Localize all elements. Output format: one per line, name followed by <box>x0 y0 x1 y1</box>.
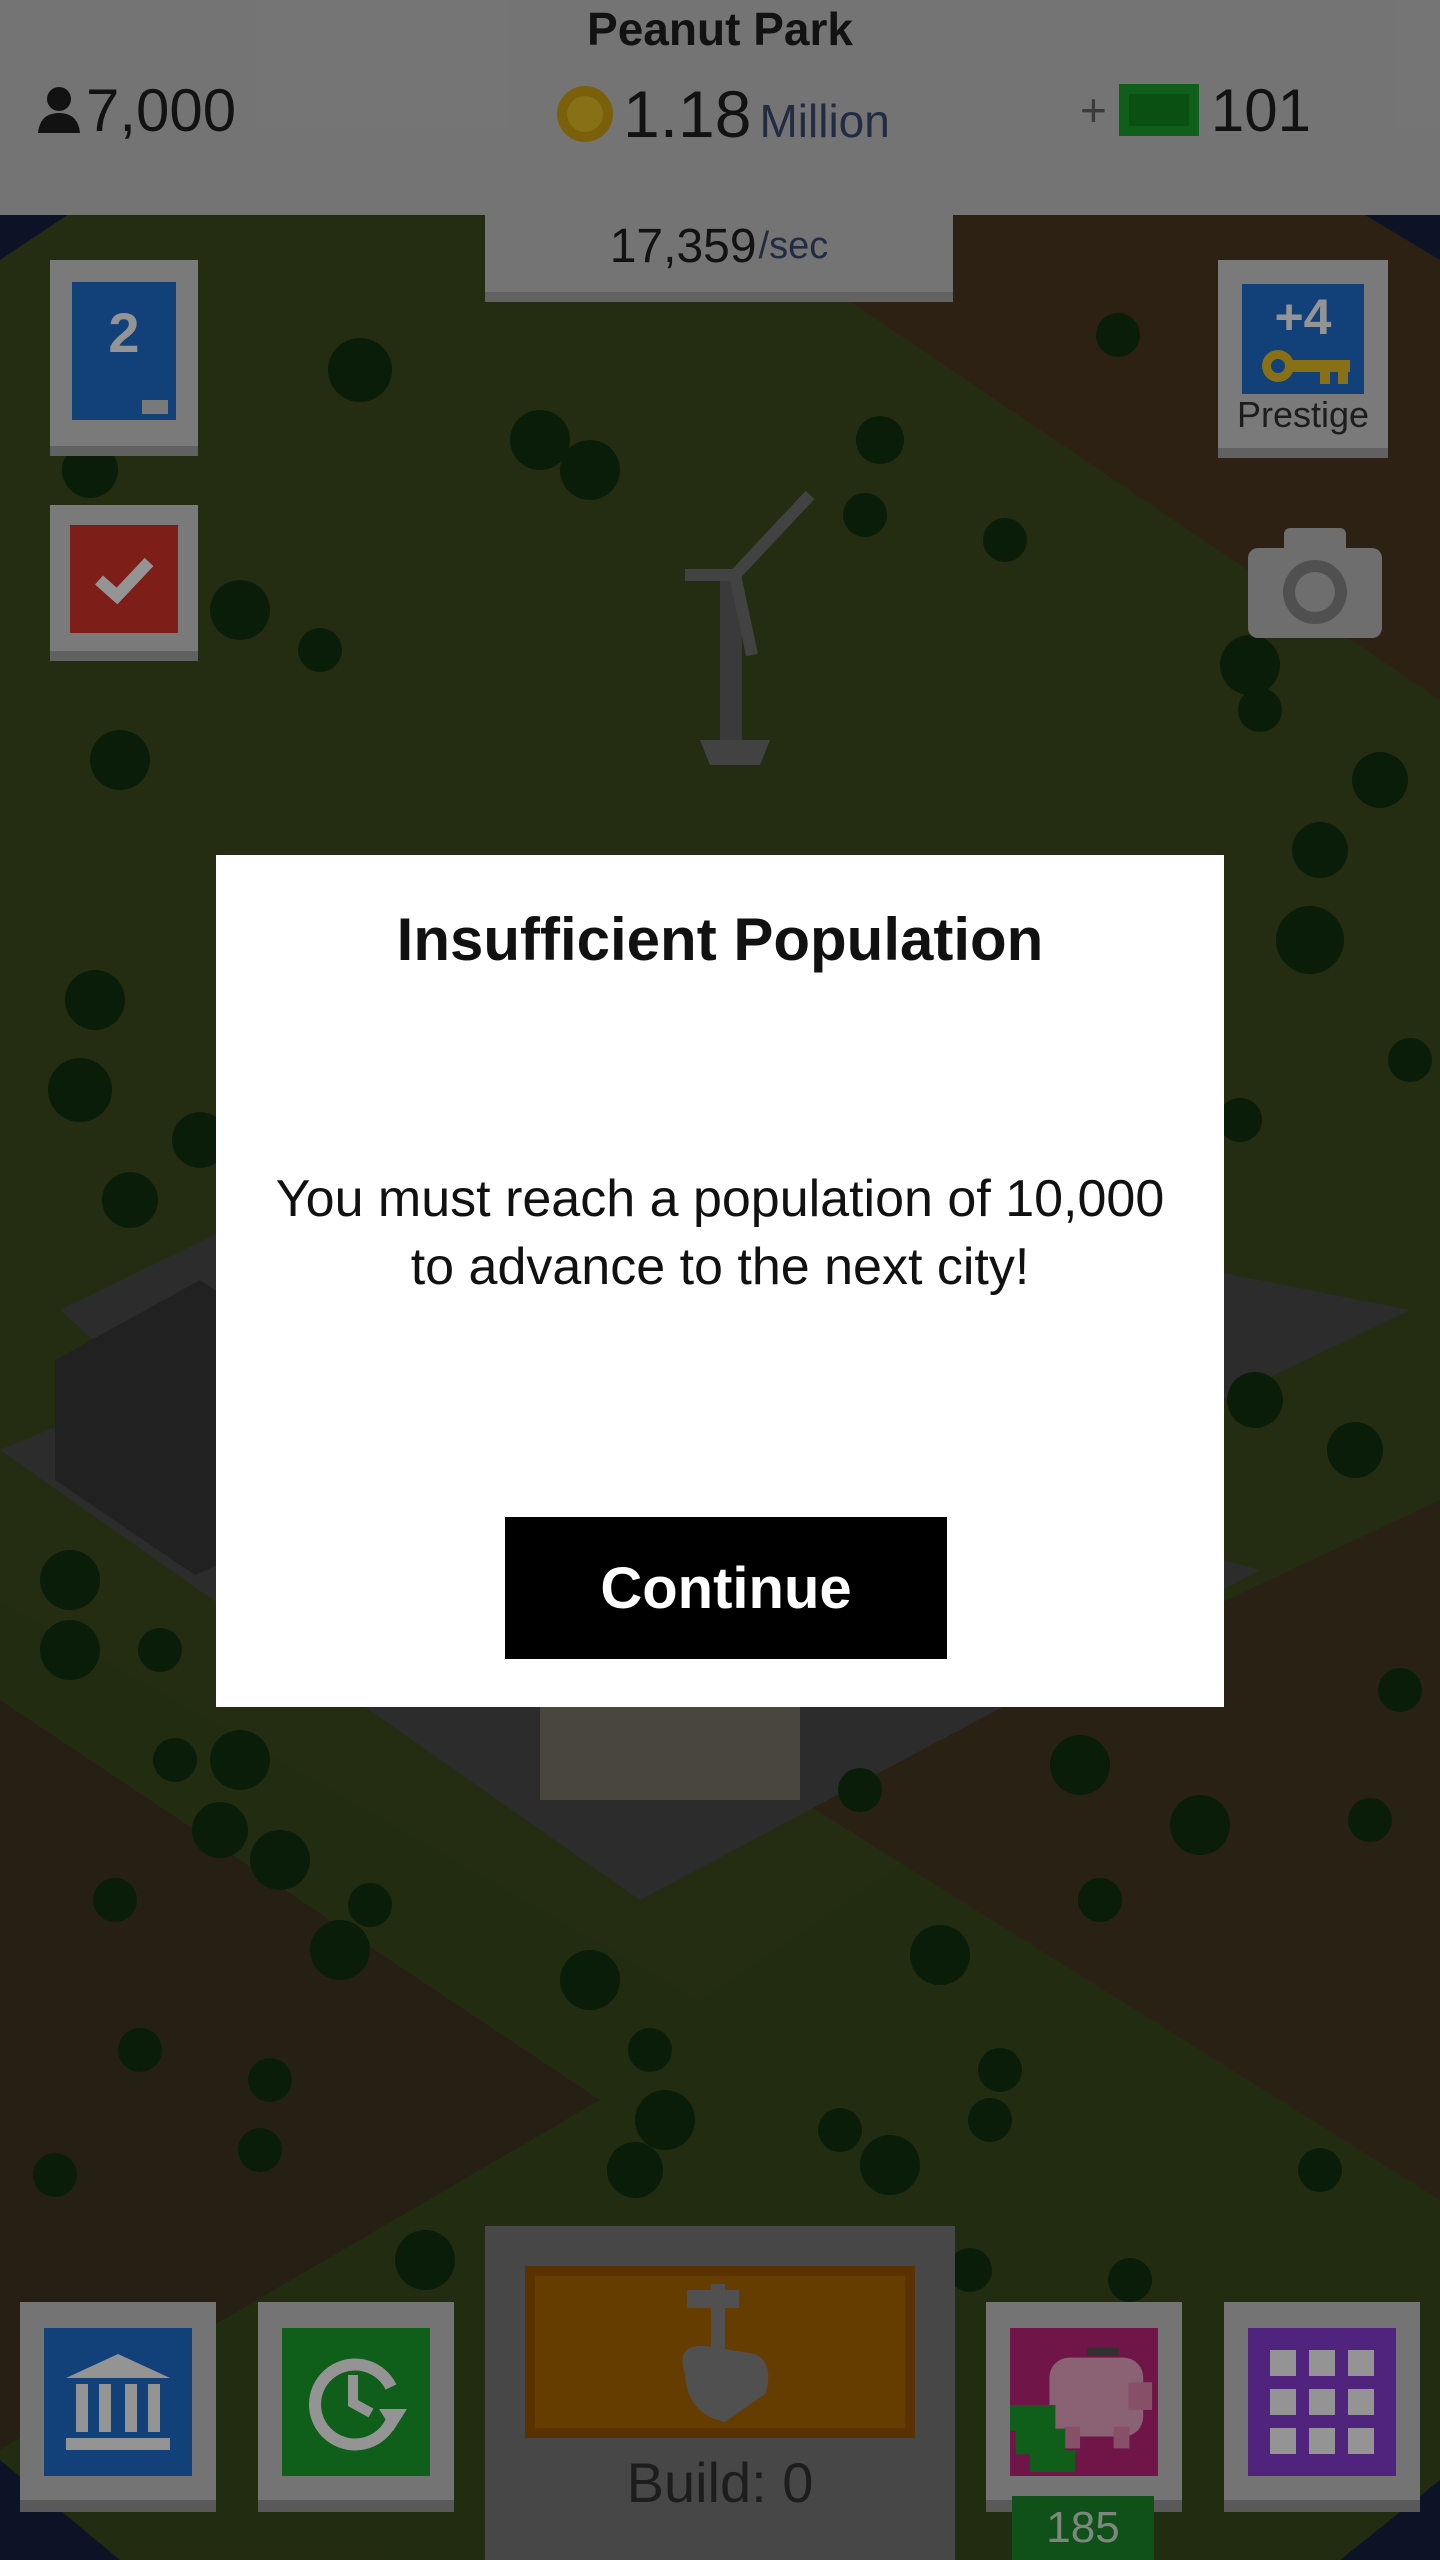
city-name: Peanut Park <box>587 3 853 55</box>
coins-unit: Million <box>759 95 890 147</box>
bank-button[interactable] <box>20 2302 216 2512</box>
bank-badge <box>44 2328 192 2476</box>
dialog-front: Insufficient Population You must reach a… <box>216 855 1224 1707</box>
level-badge: 2 <box>72 282 176 420</box>
income-rate: 17,359 /sec <box>485 200 953 302</box>
prestige-keys-count: +4 <box>1274 289 1332 345</box>
income-rate-value: 17,359 <box>609 219 757 273</box>
camera-icon[interactable] <box>1248 528 1382 638</box>
level-number: 2 <box>108 301 140 364</box>
grid-icon <box>1270 2350 1374 2454</box>
top-bar: Peanut Park 7,000 1.18 Million + 101 <box>0 0 1440 215</box>
prestige-label: Prestige <box>1236 394 1370 435</box>
level-progress-fill <box>80 400 142 414</box>
checkmark-icon <box>95 557 154 604</box>
person-icon <box>38 87 80 133</box>
cash-value: 101 <box>1210 76 1311 144</box>
prestige-badge: +4 <box>1242 284 1364 394</box>
time-warp-badge <box>282 2328 430 2476</box>
population-counter: 7,000 <box>36 76 237 144</box>
piggy-bank-badge <box>1010 2328 1158 2476</box>
goals-badge <box>70 525 178 633</box>
dialog-title-front: Insufficient Population <box>396 906 1044 973</box>
hammer-hand-icon <box>682 2284 769 2422</box>
piggy-bank-icon <box>1010 2347 1153 2473</box>
population-value: 7,000 <box>86 76 237 144</box>
time-warp-button[interactable] <box>258 2302 454 2512</box>
clock-refresh-icon <box>309 2358 407 2451</box>
level-button[interactable]: 2 <box>50 260 198 456</box>
coins-counter: 1.18 Million <box>555 77 890 151</box>
continue-button-front[interactable]: Continue <box>505 1517 947 1659</box>
piggy-bank-button[interactable] <box>986 2302 1182 2512</box>
income-rate-unit: /sec <box>758 224 829 267</box>
goals-button[interactable] <box>50 505 198 661</box>
coin-icon <box>557 86 613 142</box>
coins-value: 1.18 <box>623 77 752 151</box>
menu-grid-button[interactable] <box>1224 2302 1420 2512</box>
build-panel[interactable]: Build: 0 <box>485 2226 955 2560</box>
build-label: Build: 0 <box>626 2451 814 2514</box>
level-progress-bar <box>80 400 168 414</box>
prestige-button[interactable]: +4 Prestige <box>1218 260 1388 458</box>
bank-icon <box>66 2354 170 2450</box>
key-icon <box>1262 350 1350 384</box>
menu-grid-badge <box>1248 2328 1396 2476</box>
dialog-message-front: You must reach a population of 10,000 to… <box>275 1170 1165 1296</box>
build-button[interactable] <box>525 2266 915 2438</box>
piggy-bank-count: 185 <box>1012 2496 1154 2560</box>
cash-counter[interactable]: + 101 <box>1080 76 1311 144</box>
add-cash-button[interactable]: + <box>1080 83 1107 137</box>
cash-icon <box>1118 84 1199 136</box>
